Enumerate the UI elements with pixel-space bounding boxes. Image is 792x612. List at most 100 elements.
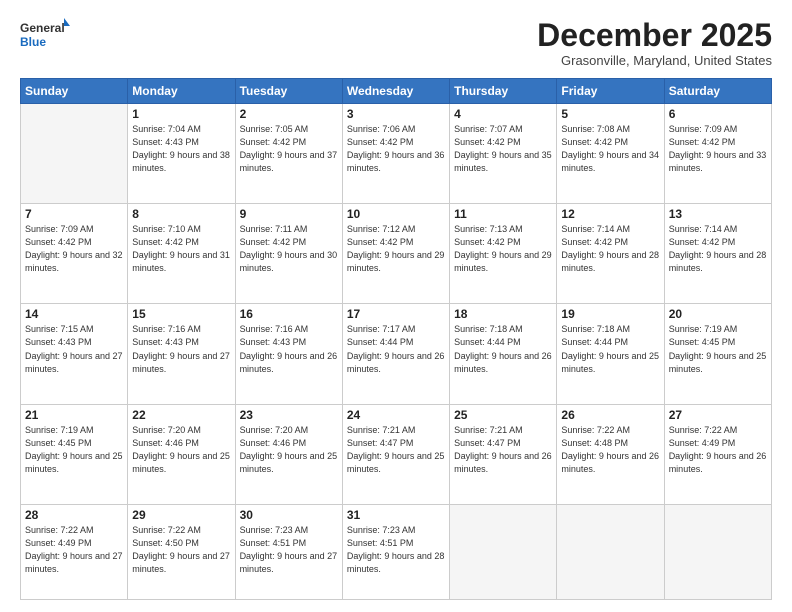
day-info: Sunrise: 7:13 AMSunset: 4:42 PMDaylight:… xyxy=(454,224,552,273)
day-number: 4 xyxy=(454,107,552,121)
calendar-cell: 9 Sunrise: 7:11 AMSunset: 4:42 PMDayligh… xyxy=(235,204,342,304)
day-info: Sunrise: 7:15 AMSunset: 4:43 PMDaylight:… xyxy=(25,324,123,373)
svg-text:Blue: Blue xyxy=(20,35,46,49)
calendar-week-row: 7 Sunrise: 7:09 AMSunset: 4:42 PMDayligh… xyxy=(21,204,772,304)
day-info: Sunrise: 7:22 AMSunset: 4:50 PMDaylight:… xyxy=(132,525,230,574)
day-number: 20 xyxy=(669,307,767,321)
day-info: Sunrise: 7:18 AMSunset: 4:44 PMDaylight:… xyxy=(454,324,552,373)
day-info: Sunrise: 7:20 AMSunset: 4:46 PMDaylight:… xyxy=(132,425,230,474)
header: General Blue December 2025 Grasonville, … xyxy=(20,18,772,68)
day-info: Sunrise: 7:22 AMSunset: 4:49 PMDaylight:… xyxy=(25,525,123,574)
svg-text:General: General xyxy=(20,21,65,35)
day-info: Sunrise: 7:16 AMSunset: 4:43 PMDaylight:… xyxy=(240,324,338,373)
day-number: 21 xyxy=(25,408,123,422)
day-info: Sunrise: 7:14 AMSunset: 4:42 PMDaylight:… xyxy=(669,224,767,273)
calendar-cell: 20 Sunrise: 7:19 AMSunset: 4:45 PMDaylig… xyxy=(664,304,771,404)
calendar-cell: 21 Sunrise: 7:19 AMSunset: 4:45 PMDaylig… xyxy=(21,404,128,504)
day-info: Sunrise: 7:23 AMSunset: 4:51 PMDaylight:… xyxy=(240,525,338,574)
calendar-header-row: Sunday Monday Tuesday Wednesday Thursday… xyxy=(21,79,772,104)
calendar-cell: 6 Sunrise: 7:09 AMSunset: 4:42 PMDayligh… xyxy=(664,104,771,204)
day-info: Sunrise: 7:12 AMSunset: 4:42 PMDaylight:… xyxy=(347,224,445,273)
calendar-cell: 7 Sunrise: 7:09 AMSunset: 4:42 PMDayligh… xyxy=(21,204,128,304)
day-info: Sunrise: 7:19 AMSunset: 4:45 PMDaylight:… xyxy=(669,324,767,373)
logo: General Blue xyxy=(20,18,70,54)
day-info: Sunrise: 7:21 AMSunset: 4:47 PMDaylight:… xyxy=(347,425,445,474)
calendar-cell: 3 Sunrise: 7:06 AMSunset: 4:42 PMDayligh… xyxy=(342,104,449,204)
header-friday: Friday xyxy=(557,79,664,104)
calendar-table: Sunday Monday Tuesday Wednesday Thursday… xyxy=(20,78,772,600)
calendar-cell: 8 Sunrise: 7:10 AMSunset: 4:42 PMDayligh… xyxy=(128,204,235,304)
calendar-cell: 30 Sunrise: 7:23 AMSunset: 4:51 PMDaylig… xyxy=(235,504,342,599)
page: General Blue December 2025 Grasonville, … xyxy=(0,0,792,612)
calendar-cell: 2 Sunrise: 7:05 AMSunset: 4:42 PMDayligh… xyxy=(235,104,342,204)
day-number: 9 xyxy=(240,207,338,221)
calendar-cell: 17 Sunrise: 7:17 AMSunset: 4:44 PMDaylig… xyxy=(342,304,449,404)
day-number: 19 xyxy=(561,307,659,321)
day-info: Sunrise: 7:09 AMSunset: 4:42 PMDaylight:… xyxy=(669,124,767,173)
day-number: 14 xyxy=(25,307,123,321)
day-number: 7 xyxy=(25,207,123,221)
day-info: Sunrise: 7:22 AMSunset: 4:49 PMDaylight:… xyxy=(669,425,767,474)
day-number: 11 xyxy=(454,207,552,221)
month-title: December 2025 xyxy=(537,18,772,53)
calendar-cell: 1 Sunrise: 7:04 AMSunset: 4:43 PMDayligh… xyxy=(128,104,235,204)
calendar-cell: 27 Sunrise: 7:22 AMSunset: 4:49 PMDaylig… xyxy=(664,404,771,504)
day-info: Sunrise: 7:17 AMSunset: 4:44 PMDaylight:… xyxy=(347,324,445,373)
day-info: Sunrise: 7:06 AMSunset: 4:42 PMDaylight:… xyxy=(347,124,445,173)
calendar-cell: 19 Sunrise: 7:18 AMSunset: 4:44 PMDaylig… xyxy=(557,304,664,404)
day-info: Sunrise: 7:05 AMSunset: 4:42 PMDaylight:… xyxy=(240,124,338,173)
day-number: 31 xyxy=(347,508,445,522)
calendar-cell: 29 Sunrise: 7:22 AMSunset: 4:50 PMDaylig… xyxy=(128,504,235,599)
day-number: 5 xyxy=(561,107,659,121)
location: Grasonville, Maryland, United States xyxy=(537,53,772,68)
calendar-cell: 13 Sunrise: 7:14 AMSunset: 4:42 PMDaylig… xyxy=(664,204,771,304)
day-number: 8 xyxy=(132,207,230,221)
day-number: 16 xyxy=(240,307,338,321)
day-number: 2 xyxy=(240,107,338,121)
title-area: December 2025 Grasonville, Maryland, Uni… xyxy=(537,18,772,68)
calendar-cell xyxy=(664,504,771,599)
day-number: 15 xyxy=(132,307,230,321)
calendar-cell: 25 Sunrise: 7:21 AMSunset: 4:47 PMDaylig… xyxy=(450,404,557,504)
calendar-cell: 12 Sunrise: 7:14 AMSunset: 4:42 PMDaylig… xyxy=(557,204,664,304)
header-monday: Monday xyxy=(128,79,235,104)
day-info: Sunrise: 7:22 AMSunset: 4:48 PMDaylight:… xyxy=(561,425,659,474)
calendar-cell xyxy=(21,104,128,204)
day-info: Sunrise: 7:09 AMSunset: 4:42 PMDaylight:… xyxy=(25,224,123,273)
logo-svg: General Blue xyxy=(20,18,70,54)
calendar-cell: 4 Sunrise: 7:07 AMSunset: 4:42 PMDayligh… xyxy=(450,104,557,204)
day-info: Sunrise: 7:20 AMSunset: 4:46 PMDaylight:… xyxy=(240,425,338,474)
day-number: 25 xyxy=(454,408,552,422)
calendar-cell: 31 Sunrise: 7:23 AMSunset: 4:51 PMDaylig… xyxy=(342,504,449,599)
day-number: 29 xyxy=(132,508,230,522)
calendar-cell: 10 Sunrise: 7:12 AMSunset: 4:42 PMDaylig… xyxy=(342,204,449,304)
day-number: 3 xyxy=(347,107,445,121)
day-info: Sunrise: 7:18 AMSunset: 4:44 PMDaylight:… xyxy=(561,324,659,373)
header-thursday: Thursday xyxy=(450,79,557,104)
day-info: Sunrise: 7:19 AMSunset: 4:45 PMDaylight:… xyxy=(25,425,123,474)
calendar-cell xyxy=(557,504,664,599)
calendar-cell: 16 Sunrise: 7:16 AMSunset: 4:43 PMDaylig… xyxy=(235,304,342,404)
day-number: 12 xyxy=(561,207,659,221)
day-info: Sunrise: 7:21 AMSunset: 4:47 PMDaylight:… xyxy=(454,425,552,474)
day-info: Sunrise: 7:10 AMSunset: 4:42 PMDaylight:… xyxy=(132,224,230,273)
header-saturday: Saturday xyxy=(664,79,771,104)
day-info: Sunrise: 7:07 AMSunset: 4:42 PMDaylight:… xyxy=(454,124,552,173)
calendar-cell: 26 Sunrise: 7:22 AMSunset: 4:48 PMDaylig… xyxy=(557,404,664,504)
calendar-cell: 28 Sunrise: 7:22 AMSunset: 4:49 PMDaylig… xyxy=(21,504,128,599)
calendar-week-row: 28 Sunrise: 7:22 AMSunset: 4:49 PMDaylig… xyxy=(21,504,772,599)
day-number: 24 xyxy=(347,408,445,422)
day-number: 18 xyxy=(454,307,552,321)
day-number: 30 xyxy=(240,508,338,522)
day-number: 13 xyxy=(669,207,767,221)
calendar-week-row: 21 Sunrise: 7:19 AMSunset: 4:45 PMDaylig… xyxy=(21,404,772,504)
day-number: 6 xyxy=(669,107,767,121)
day-info: Sunrise: 7:08 AMSunset: 4:42 PMDaylight:… xyxy=(561,124,659,173)
calendar-week-row: 14 Sunrise: 7:15 AMSunset: 4:43 PMDaylig… xyxy=(21,304,772,404)
day-number: 22 xyxy=(132,408,230,422)
day-number: 28 xyxy=(25,508,123,522)
calendar-cell: 22 Sunrise: 7:20 AMSunset: 4:46 PMDaylig… xyxy=(128,404,235,504)
calendar-cell: 11 Sunrise: 7:13 AMSunset: 4:42 PMDaylig… xyxy=(450,204,557,304)
day-number: 23 xyxy=(240,408,338,422)
day-info: Sunrise: 7:23 AMSunset: 4:51 PMDaylight:… xyxy=(347,525,445,574)
